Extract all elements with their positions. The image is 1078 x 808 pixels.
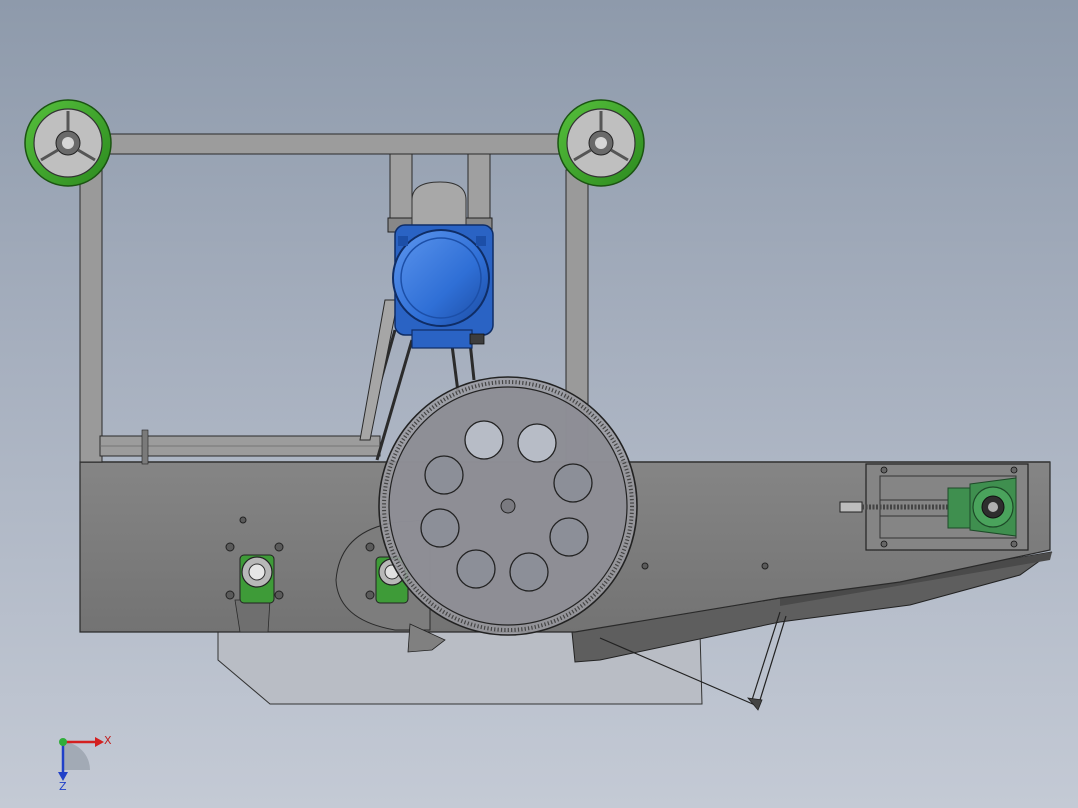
y-axis-dot bbox=[59, 738, 67, 746]
large-gear-disk bbox=[378, 376, 638, 636]
motor-mount-rails bbox=[387, 153, 493, 233]
machine-drawing: X Z bbox=[24, 99, 1053, 793]
cad-viewport[interactable]: X Z bbox=[0, 0, 1078, 808]
screw-tensioner-assembly bbox=[839, 463, 1029, 551]
left-shaft-bearing bbox=[239, 554, 275, 604]
z-axis-label: Z bbox=[59, 780, 67, 793]
right-wheel bbox=[557, 99, 645, 187]
x-axis-label: X bbox=[104, 734, 112, 747]
electric-motor bbox=[392, 224, 494, 349]
left-wheel bbox=[24, 99, 112, 187]
orientation-triad[interactable]: X Z bbox=[58, 734, 112, 793]
x-axis-arrow bbox=[95, 737, 104, 747]
